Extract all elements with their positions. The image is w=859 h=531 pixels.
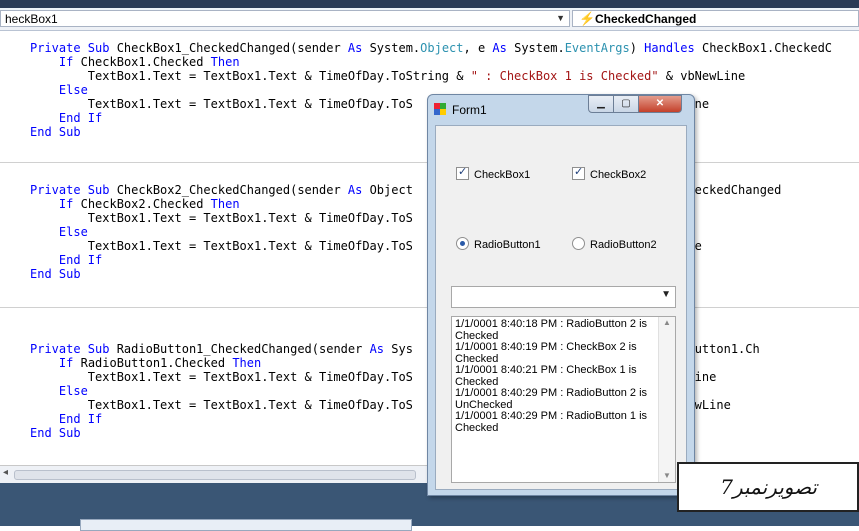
code-token: CheckBox1.Checked — [80, 55, 211, 69]
ide-top-strip — [0, 0, 859, 8]
lightning-bolt-icon: ⚡ — [579, 11, 596, 26]
code-token: End If — [58, 412, 103, 426]
checkbox1-label: CheckBox1 — [474, 169, 531, 181]
code-token: CheckBox2_CheckedChanged(sender — [116, 183, 348, 197]
code-token: ) — [629, 41, 645, 55]
code-token: TextBox1.Text = TextBox1.Text & TimeOfDa… — [30, 69, 471, 83]
form1-titlebar[interactable]: Form1 ▁ ▢ ✕ — [428, 95, 694, 123]
caption-text: تصویرنمبر7 — [720, 475, 817, 499]
checkbox2-box[interactable] — [572, 165, 585, 180]
radiobutton2[interactable]: RadioButton2 — [572, 237, 657, 251]
log-text: 1/1/0001 8:40:18 PM : RadioButton 2 is C… — [455, 318, 653, 434]
radiobutton1-label: RadioButton1 — [474, 239, 541, 251]
code-token: End Sub — [30, 125, 81, 139]
form-title: Form1 — [452, 103, 487, 117]
code-token: Private Sub — [30, 342, 117, 356]
radiobutton1-dot[interactable] — [456, 237, 469, 250]
class-name-value: heckBox1 — [5, 12, 58, 26]
checkbox2-label: CheckBox2 — [590, 169, 647, 181]
code-token: End Sub — [30, 267, 81, 281]
code-token: " : CheckBox 1 is Checked" — [470, 69, 659, 83]
method-name-dropdown[interactable]: ⚡ CheckedChanged — [572, 10, 859, 27]
code-token: System. — [514, 41, 565, 55]
code-token: RadioButton1_CheckedChanged(sender — [116, 342, 370, 356]
checkbox1[interactable]: CheckBox1 — [456, 165, 531, 181]
minimize-icon[interactable]: ▁ — [588, 95, 614, 113]
code-token: Else — [58, 225, 88, 239]
log-entry: 1/1/0001 8:40:18 PM : RadioButton 2 is C… — [455, 318, 648, 342]
code-token: Private Sub — [30, 183, 117, 197]
code-token: End Sub — [30, 426, 81, 440]
code-token: RadioButton1.Checked — [80, 356, 233, 370]
class-name-dropdown[interactable]: heckBox1 ▼ — [0, 10, 570, 27]
checkbox1-box[interactable] — [456, 165, 469, 180]
radiobutton2-dot[interactable] — [572, 237, 585, 250]
form-icon — [434, 103, 446, 115]
log-entry: 1/1/0001 8:40:29 PM : RadioButton 1 is C… — [455, 410, 648, 434]
code-token: Else — [58, 83, 88, 97]
code-token: As — [492, 41, 515, 55]
scroll-left-icon[interactable]: ◂ — [3, 467, 8, 478]
code-token: CheckBox1_CheckedChanged(sender — [116, 41, 348, 55]
code-token: System. — [369, 41, 421, 55]
maximize-icon[interactable]: ▢ — [613, 95, 639, 113]
footer-field — [80, 519, 412, 531]
radiobutton2-label: RadioButton2 — [590, 239, 657, 251]
code-token: & vbNewLine — [658, 69, 746, 83]
code-token: CheckBox2.Checked — [80, 197, 211, 211]
code-token: Handles — [644, 41, 702, 55]
log-entry: 1/1/0001 8:40:19 PM : CheckBox 2 is Chec… — [455, 341, 637, 365]
code-token: If — [58, 55, 81, 69]
log-textbox[interactable]: 1/1/0001 8:40:18 PM : RadioButton 2 is C… — [451, 316, 676, 483]
log-entry: 1/1/0001 8:40:21 PM : CheckBox 1 is Chec… — [455, 364, 637, 388]
code-token: If — [58, 356, 81, 370]
chevron-down-icon: ▼ — [556, 13, 565, 23]
close-icon[interactable]: ✕ — [638, 95, 682, 113]
log-scrollbar[interactable]: ▲ ▼ — [658, 317, 675, 482]
code-token: End If — [58, 253, 103, 267]
method-name-value: CheckedChanged — [595, 12, 697, 26]
form1-window: Form1 ▁ ▢ ✕ CheckBox1 CheckBox2 RadioBut… — [427, 94, 695, 496]
scroll-up-icon[interactable]: ▲ — [663, 318, 671, 327]
scrollbar-thumb[interactable] — [14, 470, 416, 480]
code-token: Object — [420, 41, 464, 55]
scroll-down-icon[interactable]: ▼ — [663, 471, 671, 480]
form1-client-area: CheckBox1 CheckBox2 RadioButton1 RadioBu… — [435, 125, 687, 490]
code-token: CheckBox1.CheckedC — [701, 41, 833, 55]
code-token: Then — [210, 197, 240, 211]
code-token: End If — [58, 111, 103, 125]
code-token: If — [58, 197, 81, 211]
checkbox2[interactable]: CheckBox2 — [572, 165, 647, 181]
code-token: As — [347, 41, 370, 55]
figure-caption: تصویرنمبر7 — [677, 462, 859, 512]
code-token: As — [347, 183, 370, 197]
code-token: EventArgs — [564, 41, 630, 55]
code-token: Private Sub — [30, 41, 117, 55]
code-token: , e — [463, 41, 493, 55]
code-token: Then — [210, 55, 240, 69]
log-entry: 1/1/0001 8:40:29 PM : RadioButton 2 is U… — [455, 387, 648, 411]
chevron-down-icon[interactable]: ▼ — [661, 289, 671, 300]
radiobutton1[interactable]: RadioButton1 — [456, 237, 541, 251]
code-token: As — [369, 342, 392, 356]
code-token: Else — [58, 384, 88, 398]
code-token: Then — [232, 356, 262, 370]
form-combobox[interactable]: ▼ — [451, 286, 676, 308]
navigation-bar: heckBox1 ▼ ⚡ CheckedChanged — [0, 8, 859, 31]
